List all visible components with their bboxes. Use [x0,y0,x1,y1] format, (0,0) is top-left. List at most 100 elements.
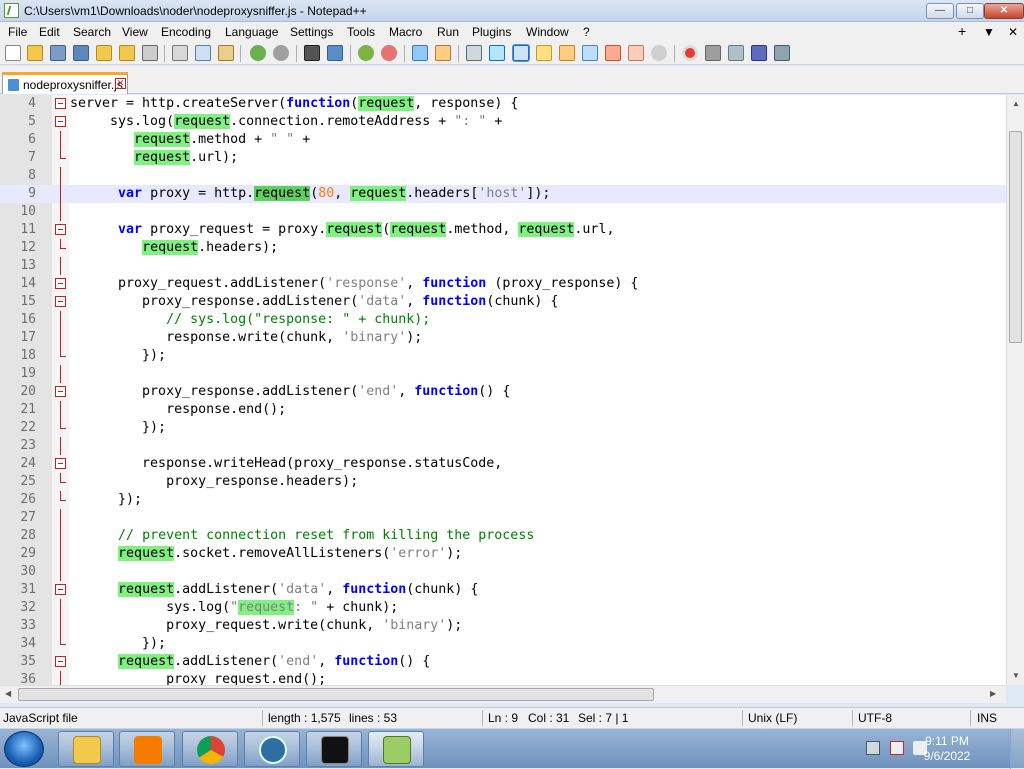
code-line[interactable]: 34 }); [0,635,1006,653]
code-line[interactable]: 21 response.end(); [0,401,1006,419]
code-line[interactable]: 11 var proxy_request = proxy.request(req… [0,221,1006,239]
code-line[interactable]: 12 request.headers); [0,239,1006,257]
menu-tools[interactable]: Tools [347,25,375,39]
sync-vertical-icon[interactable] [412,45,428,61]
code-line[interactable]: 20 proxy_response.addListener('end', fun… [0,383,1006,401]
fold-toggle-icon[interactable] [55,584,66,595]
code-line[interactable]: 26 }); [0,491,1006,509]
folder-workspace-icon[interactable] [628,45,644,61]
code-text[interactable]: }); [70,347,166,365]
taskbar-notepadpp[interactable] [368,731,424,767]
save-icon[interactable] [50,45,66,61]
word-wrap-icon[interactable] [466,45,482,61]
action-center-icon[interactable] [866,741,880,755]
menu-edit[interactable]: Edit [39,25,60,39]
vertical-scroll-thumb[interactable] [1009,131,1022,343]
tab-nodeproxysniffer[interactable]: nodeproxysniffer.js ✕ [2,72,128,94]
zoom-in-icon[interactable] [358,45,374,61]
cut-icon[interactable] [172,45,188,61]
code-text[interactable]: request.headers); [70,239,278,257]
code-line[interactable]: 13 [0,257,1006,275]
code-line[interactable]: 31 request.addListener('data', function(… [0,581,1006,599]
code-text[interactable]: }); [70,419,166,437]
code-line[interactable]: 35 request.addListener('end', function()… [0,653,1006,671]
sync-horizontal-icon[interactable] [435,45,451,61]
code-line[interactable]: 5 sys.log(request.connection.remoteAddre… [0,113,1006,131]
horizontal-scroll-thumb[interactable] [18,688,654,701]
menu-plugins[interactable]: Plugins [472,25,511,39]
start-button[interactable] [4,731,44,767]
fold-toggle-icon[interactable] [55,116,66,127]
fold-toggle-icon[interactable] [55,386,66,397]
taskbar-cmd[interactable] [306,731,362,767]
code-text[interactable]: sys.log("request: " + chunk); [70,599,398,617]
tab-list-button[interactable]: ▼ [983,25,995,39]
minimize-button[interactable]: — [926,3,954,19]
code-line[interactable]: 24 response.writeHead(proxy_response.sta… [0,455,1006,473]
replace-icon[interactable] [327,45,343,61]
code-text[interactable]: proxy_request.end(); [70,671,326,685]
menu-macro[interactable]: Macro [389,25,422,39]
menu-run[interactable]: Run [437,25,459,39]
code-line[interactable]: 28 // prevent connection reset from kill… [0,527,1006,545]
close-doc-button[interactable]: ✕ [1008,25,1018,39]
code-line[interactable]: 4 server = http.createServer(function(req… [0,95,1006,113]
code-text[interactable]: // sys.log("response: " + chunk); [70,311,430,329]
code-line[interactable]: 30 [0,563,1006,581]
network-icon[interactable] [890,741,904,755]
find-icon[interactable] [304,45,320,61]
play-macro-icon[interactable] [728,45,744,61]
monitoring-icon[interactable] [651,45,667,61]
undo-icon[interactable] [250,45,266,61]
fold-toggle-icon[interactable] [55,656,66,667]
fold-toggle-icon[interactable] [55,296,66,307]
menu-window[interactable]: Window [526,25,569,39]
paste-icon[interactable] [218,45,234,61]
code-text[interactable]: proxy_response.addListener('end', functi… [70,383,510,401]
code-text[interactable]: proxy_response.addListener('data', funct… [70,293,558,311]
close-all-icon[interactable] [119,45,135,61]
code-text[interactable]: request.socket.removeAllListeners('error… [70,545,462,563]
doc-list-icon[interactable] [582,45,598,61]
code-text[interactable]: var proxy_request = proxy.request(reques… [70,221,614,239]
fold-toggle-icon[interactable] [55,98,66,109]
code-line[interactable]: 29 request.socket.removeAllListeners('er… [0,545,1006,563]
doc-map-icon[interactable] [559,45,575,61]
stop-macro-icon[interactable] [705,45,721,61]
menu-settings[interactable]: Settings [290,25,333,39]
save-macro-icon[interactable] [774,45,790,61]
menu-encoding[interactable]: Encoding [161,25,211,39]
record-macro-icon[interactable] [682,45,698,61]
run-macro-multiple-icon[interactable] [751,45,767,61]
code-text[interactable]: // prevent connection reset from killing… [70,527,534,545]
scroll-left-icon[interactable]: ◀ [5,689,11,698]
clock[interactable]: 9:11 PM 9/6/2022 [922,734,972,764]
save-all-icon[interactable] [73,45,89,61]
code-text[interactable]: }); [70,635,166,653]
scroll-down-icon[interactable]: ▼ [1012,671,1020,680]
fold-toggle-icon[interactable] [55,278,66,289]
menu-view[interactable]: View [122,25,148,39]
code-text[interactable]: proxy_request.addListener('response', fu… [70,275,638,293]
code-line[interactable]: 9 var proxy = http.request(80, request.h… [0,185,1006,203]
zoom-out-icon[interactable] [381,45,397,61]
code-line[interactable]: 19 [0,365,1006,383]
scroll-right-icon[interactable]: ▶ [990,689,996,698]
horizontal-scrollbar[interactable]: ◀ ▶ [0,685,1006,703]
code-line[interactable]: 14 proxy_request.addListener('response',… [0,275,1006,293]
code-line[interactable]: 10 [0,203,1006,221]
new-file-icon[interactable] [5,45,21,61]
menu-language[interactable]: Language [225,25,278,39]
code-text[interactable]: request.addListener('end', function() { [70,653,430,671]
code-text[interactable]: request.addListener('data', function(chu… [70,581,478,599]
code-line[interactable]: 15 proxy_response.addListener('data', fu… [0,293,1006,311]
code-line[interactable]: 36 proxy_request.end(); [0,671,1006,685]
code-text[interactable]: request.method + " " + [70,131,310,149]
code-line[interactable]: 8 [0,167,1006,185]
indent-guide-icon[interactable] [512,44,530,62]
code-text[interactable]: var proxy = http.request(80, request.hea… [70,185,550,203]
show-desktop-button[interactable] [1010,729,1024,769]
maximize-button[interactable]: □ [956,3,984,19]
code-line[interactable]: 27 [0,509,1006,527]
udl-icon[interactable] [536,45,552,61]
